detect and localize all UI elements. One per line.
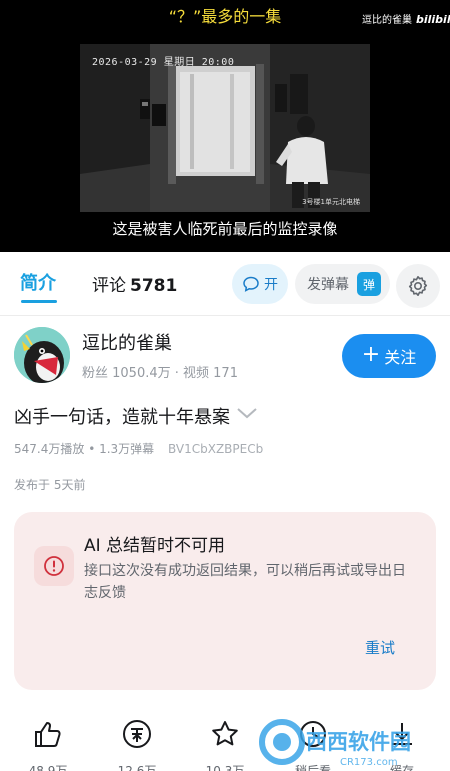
coin-button[interactable]: 12.6万 <box>107 718 167 771</box>
coin-count: 12.6万 <box>117 764 157 771</box>
send-danmaku-button[interactable]: 发弹幕 弹 <box>295 264 390 304</box>
like-button[interactable]: 48.9万 <box>18 718 78 771</box>
video-subtitle: 这是被害人临死前最后的监控录像 <box>112 220 338 238</box>
play-count: 547.4万播放 <box>14 442 85 456</box>
channel-watermark: 逗比的雀巢 bilibili <box>362 11 450 26</box>
elevator-scene-image <box>80 44 370 212</box>
active-tab-indicator <box>21 300 57 303</box>
star-icon <box>212 721 238 746</box>
ai-summary-message: 接口这次没有成功返回结果，可以稍后再试或导出日志反馈 <box>84 563 406 601</box>
gear-icon <box>408 276 428 296</box>
meta-separator: • <box>88 442 100 456</box>
cr173-watermark-logo: 西西软件园 CR173.com <box>259 719 411 768</box>
video-title: 凶手一句话，造就十年悬案 <box>14 407 230 428</box>
ai-summary-error-card: AI 总结暂时不可用 接口这次没有成功返回结果，可以稍后再试或导出日志反馈 重试 <box>14 512 436 690</box>
tab-intro[interactable]: 简介 <box>20 269 56 295</box>
danmaku-toggle-label: 开 <box>264 277 278 293</box>
site-watermark: 西西软件园 CR173.com <box>254 716 450 771</box>
watermark-text: 西西软件园 <box>306 730 411 754</box>
danmaku-badge-icon: 弹 <box>357 272 381 296</box>
follow-label: 关注 <box>384 348 417 367</box>
video-bvid: BV1CbXZBPECb <box>168 442 264 456</box>
cctv-camera-label: 3号楼1单元北电梯 <box>302 198 360 206</box>
watermark-domain: CR173.com <box>340 757 398 768</box>
error-icon <box>34 546 74 586</box>
video-player[interactable]: “？”最多的一集 逗比的雀巢bilibili <box>0 0 450 252</box>
alert-circle-icon <box>44 556 64 576</box>
tab-comments[interactable]: 评论 5781 <box>92 271 177 296</box>
cctv-timestamp: 2026-03-29 星期日 20:00 <box>92 57 235 68</box>
follow-button[interactable]: + 关注 <box>342 334 436 378</box>
chat-bubble-icon <box>243 276 259 292</box>
chevron-down-icon <box>237 408 257 419</box>
plus-icon: + <box>361 342 381 367</box>
favorite-button[interactable]: 10.3万 <box>195 718 255 771</box>
video-frame: 2026-03-29 星期日 20:00 3号楼1单元北电梯 <box>80 44 370 212</box>
tab-comments-label: 评论 <box>92 276 126 296</box>
ai-summary-title: AI 总结暂时不可用 <box>84 536 226 556</box>
thumbs-up-icon <box>35 722 61 747</box>
channel-watermark-name: 逗比的雀巢 <box>362 15 412 26</box>
retry-button[interactable]: 重试 <box>365 637 395 658</box>
like-count: 48.9万 <box>28 764 68 771</box>
comments-count: 5781 <box>130 276 178 296</box>
settings-button[interactable] <box>396 264 440 308</box>
video-tab-bar: 简介 评论 5781 开 发弹幕 弹 <box>0 252 450 316</box>
video-meta-line: 547.4万播放 • 1.3万弹幕 BV1CbXZBPECb <box>14 440 263 457</box>
coin-icon <box>123 720 151 748</box>
uploader-name[interactable]: 逗比的雀巢 <box>82 329 172 355</box>
video-title-row[interactable]: 凶手一句话，造就十年悬案 <box>14 403 258 429</box>
publish-time: 发布于 5天前 <box>14 478 86 492</box>
send-danmaku-label: 发弹幕 <box>307 277 349 293</box>
penguin-avatar-image <box>14 327 70 383</box>
favorite-count: 10.3万 <box>205 764 245 771</box>
danmaku-count: 1.3万弹幕 <box>99 442 155 456</box>
uploader-stats: 粉丝 1050.4万 · 视频 171 <box>82 366 238 381</box>
danmaku-toggle-button[interactable]: 开 <box>232 264 288 304</box>
uploader-avatar[interactable] <box>14 327 70 383</box>
bilibili-logo: bilibili <box>416 13 450 26</box>
